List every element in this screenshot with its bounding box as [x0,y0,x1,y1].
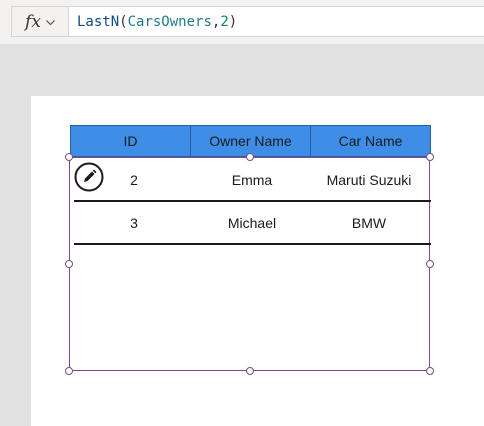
resize-handle-right[interactable] [426,260,434,268]
resize-handle-top[interactable] [246,153,254,161]
cell-owner-name: Michael [227,214,277,231]
column-header-car-name: Car Name [338,133,403,149]
formula-close-paren: ) [228,14,238,30]
cell-car-name: Maruti Suzuki [326,171,412,188]
fx-button[interactable]: fx [11,6,68,37]
cell-id: 3 [130,214,138,231]
column-header-id: ID [71,126,191,156]
column-header-owner-name: Owner Name [191,126,311,156]
formula-function: LastN [77,14,120,30]
formula-input[interactable]: LastN(CarsOwners,2) [68,6,484,37]
resize-handle-bottom-left[interactable] [65,367,73,375]
gallery-row[interactable]: 3 Michael BMW [74,202,431,245]
resize-handle-left[interactable] [65,260,73,268]
gallery-row[interactable]: 2 Emma Maruti Suzuki [74,159,431,202]
gallery[interactable]: 2 Emma Maruti Suzuki 3 Michael BMW [69,157,431,371]
formula-bar: fx LastN(CarsOwners,2) [0,0,484,44]
fx-label: fx [25,11,41,32]
resize-handle-bottom[interactable] [246,367,254,375]
cell-car-name: BMW [351,214,387,231]
formula-count: 2 [220,14,229,30]
cell-owner-name: Emma [231,171,273,188]
resize-handle-bottom-right[interactable] [426,367,434,375]
resize-handle-top-right[interactable] [426,153,434,161]
formula-open-paren: ( [119,14,128,30]
formula-argument: CarsOwners [127,14,212,30]
resize-handle-top-left[interactable] [65,153,73,161]
pencil-icon[interactable] [74,162,104,192]
chevron-down-icon [46,19,55,25]
